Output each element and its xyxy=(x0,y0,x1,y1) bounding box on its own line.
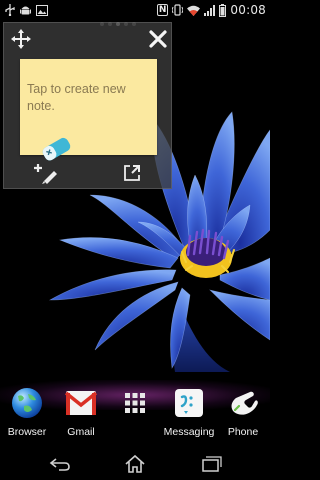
navigation-bar xyxy=(0,448,270,480)
android-icon xyxy=(20,6,31,15)
vibrate-icon xyxy=(172,4,184,16)
globe-icon xyxy=(12,388,42,418)
dock-label: Phone xyxy=(227,426,259,438)
image-icon xyxy=(36,4,48,16)
nfc-icon: N xyxy=(156,4,169,16)
eraser-icon xyxy=(42,137,71,161)
dock-item-messaging[interactable]: Messaging xyxy=(162,386,216,438)
battery-icon xyxy=(219,3,227,17)
note-placeholder: Tap to create new note. xyxy=(27,82,126,113)
notes-widget: Tap to create new note. xyxy=(3,22,172,189)
messaging-icon xyxy=(175,389,203,417)
dock-item-phone[interactable]: Phone xyxy=(216,386,270,438)
back-icon[interactable] xyxy=(48,454,72,474)
status-bar: N 00:08 xyxy=(0,0,270,20)
dock-item-apps[interactable] xyxy=(108,386,162,426)
wifi-icon xyxy=(187,5,201,16)
app-drawer-icon xyxy=(125,393,145,413)
move-icon[interactable] xyxy=(10,28,32,50)
dock-label: Messaging xyxy=(163,426,215,438)
close-icon[interactable] xyxy=(147,28,169,50)
dock-item-gmail[interactable]: Gmail xyxy=(54,386,108,438)
add-note-icon[interactable] xyxy=(32,162,60,184)
clock: 00:08 xyxy=(230,3,266,17)
app-dock: Browser Gmail Messaging Phone xyxy=(0,370,270,446)
usb-icon xyxy=(5,4,15,16)
signal-icon xyxy=(204,4,216,16)
open-external-icon[interactable] xyxy=(122,163,142,183)
recent-apps-icon[interactable] xyxy=(199,454,223,474)
dock-label: Browser xyxy=(7,426,47,438)
dock-item-browser[interactable]: Browser xyxy=(0,386,54,438)
dock-label: Gmail xyxy=(67,426,95,438)
home-icon[interactable] xyxy=(123,454,147,474)
gmail-icon xyxy=(64,391,98,415)
phone-icon xyxy=(231,391,258,415)
